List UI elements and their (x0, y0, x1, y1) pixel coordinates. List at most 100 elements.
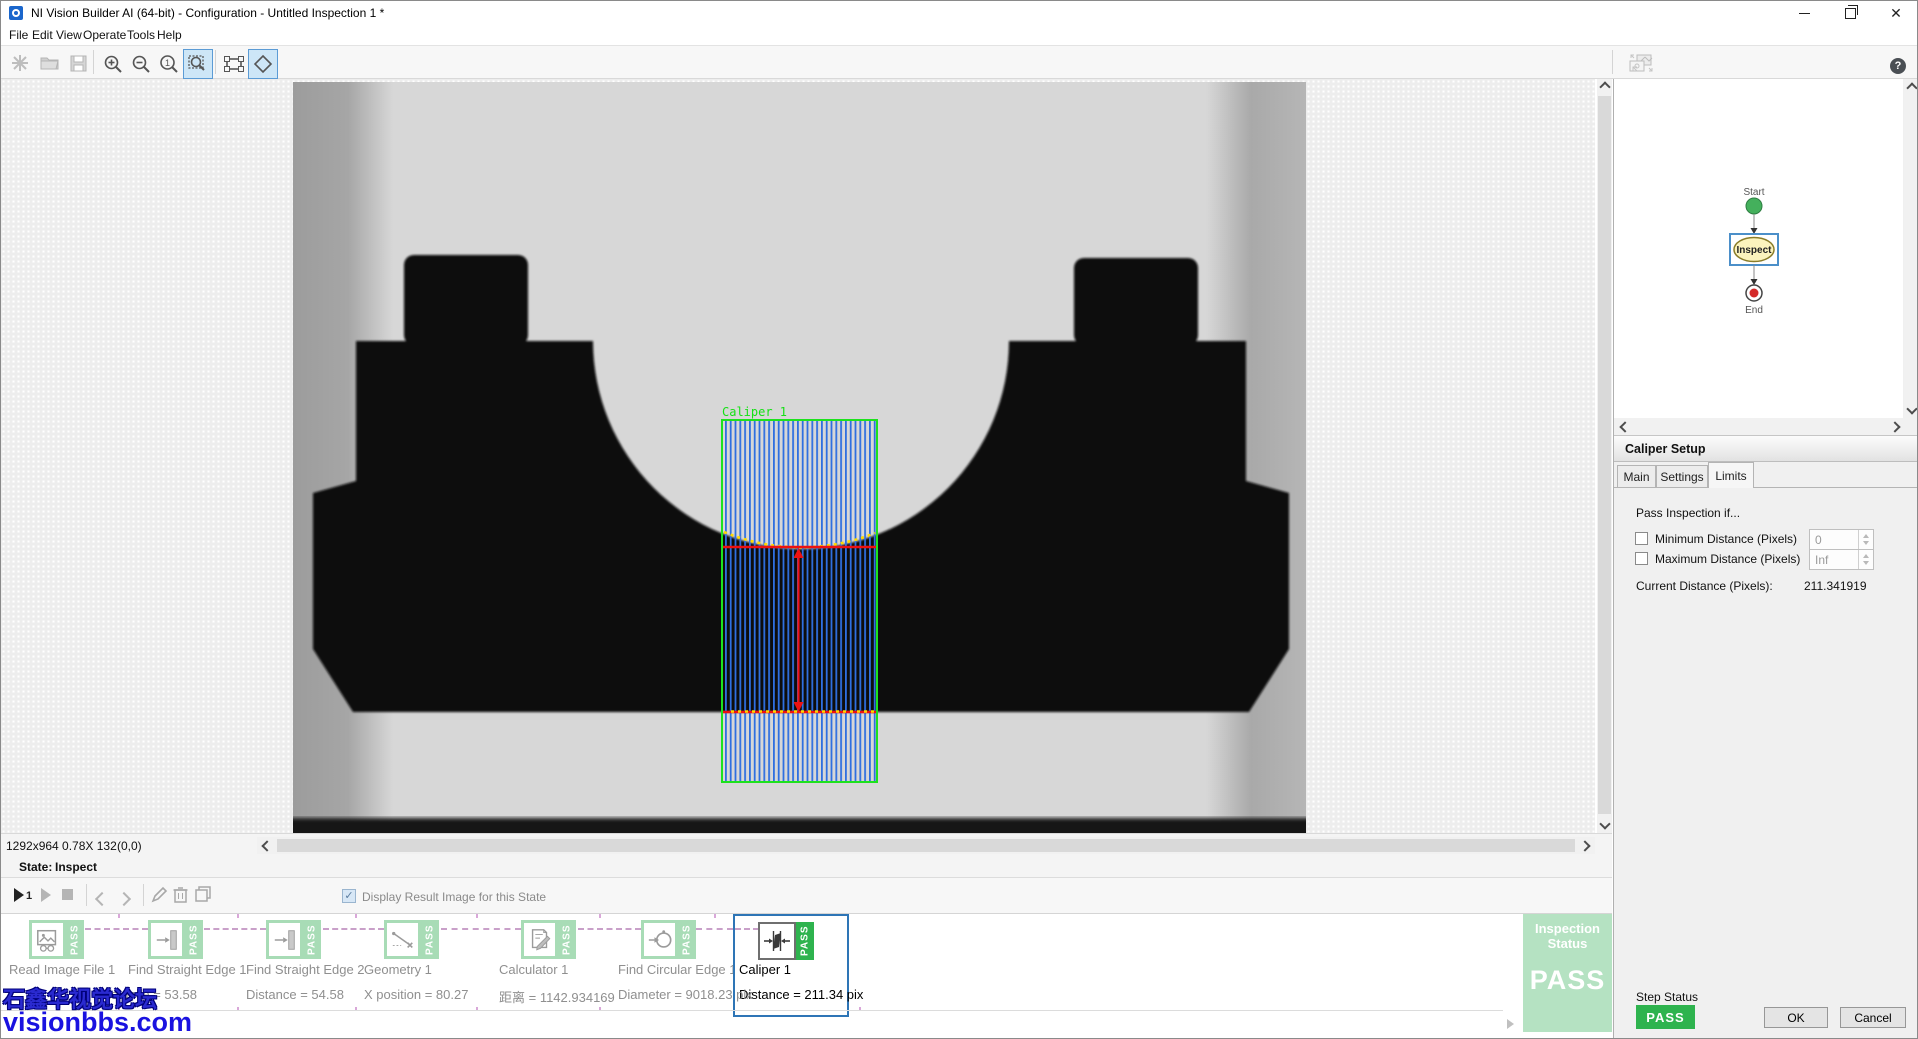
minimum-distance-field[interactable]: 0 (1809, 529, 1874, 550)
zoom-in-icon (103, 54, 123, 74)
run-continuous-button[interactable] (39, 886, 53, 909)
step-label[interactable]: Find Circular Edge 1 (618, 962, 737, 977)
title-bar: NI Vision Builder AI (64-bit) - Configur… (1, 1, 1918, 25)
roi-polygon-button[interactable] (248, 49, 278, 79)
step-label[interactable]: Find Straight Edge 1 (128, 962, 247, 977)
step-label[interactable]: Read Image File 1 (9, 962, 115, 977)
scroll-right-icon[interactable] (1577, 837, 1593, 854)
zoom-out-button[interactable] (127, 50, 155, 78)
minimum-distance-spinner[interactable] (1858, 530, 1873, 549)
step-geometry[interactable]: PASS (384, 920, 439, 959)
maximum-distance-spinner[interactable] (1858, 550, 1873, 569)
menu-operate[interactable]: Operate (83, 28, 126, 42)
zoom-to-fit-button[interactable] (183, 49, 213, 79)
step-find-circular-edge[interactable]: PASS (641, 920, 696, 959)
zoom-in-button[interactable] (99, 50, 127, 78)
app-window: NI Vision Builder AI (64-bit) - Configur… (0, 0, 1918, 1039)
step-pass-badge: PASS (678, 920, 696, 959)
scroll-left-icon[interactable] (259, 837, 275, 854)
scroll-up-icon[interactable] (1904, 81, 1918, 95)
step-label[interactable]: Find Straight Edge 2 (246, 962, 365, 977)
step-find-straight-edge-1[interactable]: PASS (148, 920, 203, 959)
menu-bar: File Edit View Operate Tools Help (1, 25, 1918, 45)
caliper-roi-label: Caliper 1 (722, 405, 787, 419)
inspection-image: Caliper 1 (293, 82, 1306, 833)
minimum-distance-value[interactable]: 0 (1810, 533, 1858, 547)
step-label[interactable]: Calculator 1 (499, 962, 568, 977)
menu-tools[interactable]: Tools (127, 28, 155, 42)
save-inspection-button[interactable] (65, 50, 91, 76)
new-inspection-button[interactable] (7, 50, 33, 76)
step-measurement: 距离 = 1142.934169 (499, 987, 615, 1006)
viewer-vscroll-thumb[interactable] (1598, 96, 1611, 814)
scroll-right-icon[interactable] (1888, 419, 1902, 434)
step-wire (696, 928, 733, 930)
ok-button[interactable]: OK (1764, 1007, 1828, 1028)
cancel-button[interactable]: Cancel (1840, 1007, 1906, 1028)
minimum-distance-checkbox[interactable] (1635, 532, 1648, 545)
zoom-1-1-button[interactable]: 1 (155, 50, 183, 78)
run-once-icon: 1 (11, 886, 33, 904)
scroll-down-icon[interactable] (1904, 402, 1918, 416)
caliper-overlay: Caliper 1 (722, 405, 877, 782)
svg-text:1: 1 (165, 58, 170, 68)
step-find-straight-edge-2[interactable]: PASS (266, 920, 321, 959)
scroll-left-icon[interactable] (1618, 419, 1632, 434)
scroll-up-icon[interactable] (1597, 79, 1612, 95)
maximum-distance-label: Maximum Distance (Pixels) (1655, 552, 1800, 566)
menu-edit[interactable]: Edit (32, 28, 53, 42)
step-wire (85, 928, 148, 930)
menu-help[interactable]: Help (157, 28, 182, 42)
maximum-distance-value[interactable]: Inf (1810, 553, 1858, 567)
step-pass-badge: PASS (558, 920, 576, 959)
step-measurement-selected: Distance = 211.34 pix (739, 987, 863, 1002)
zoom-out-icon (131, 54, 151, 74)
inspection-status-title-2: Status (1523, 936, 1612, 951)
display-result-checkbox[interactable]: ✓ (342, 889, 356, 903)
roi-rectangle-icon (224, 56, 244, 72)
minimize-button[interactable] (1781, 1, 1827, 25)
viewer-hscroll-thumb[interactable] (277, 839, 1575, 852)
open-inspection-button[interactable] (37, 50, 63, 76)
steps-scroll-right-icon[interactable] (1504, 1017, 1516, 1035)
right-panel: Start Inspect End Caliper (1613, 79, 1918, 1039)
roi-rectangle-button[interactable] (220, 50, 248, 78)
toolbar: 1 ? (1, 45, 1918, 79)
step-wire (578, 928, 641, 930)
viewer-hscrollbar[interactable] (257, 837, 1595, 854)
state-diagram-view[interactable]: Start Inspect End (1614, 79, 1903, 418)
help-icon[interactable]: ? (1890, 58, 1906, 74)
new-inspection-icon (11, 54, 29, 72)
stop-button[interactable] (62, 889, 73, 900)
edit-step-button[interactable] (151, 886, 168, 908)
restore-button[interactable] (1827, 1, 1873, 25)
previous-state-button[interactable] (97, 891, 107, 909)
maximum-distance-field[interactable]: Inf (1809, 549, 1874, 570)
zoom-1-1-icon: 1 (159, 54, 179, 74)
image-viewer[interactable]: Caliper 1 (1, 79, 1595, 833)
maximum-distance-checkbox[interactable] (1635, 552, 1648, 565)
diagram-vscrollbar[interactable] (1904, 79, 1918, 418)
step-read-image-file[interactable]: PASS (29, 920, 84, 959)
viewer-vscrollbar[interactable] (1597, 79, 1612, 833)
run-once-button[interactable]: 1 (11, 886, 33, 904)
diagram-hscrollbar[interactable] (1614, 418, 1918, 435)
find-circular-edge-icon (647, 927, 673, 953)
copy-step-button[interactable] (195, 886, 211, 907)
tab-settings[interactable]: Settings (1656, 465, 1708, 488)
pencil-icon (151, 886, 168, 903)
scroll-down-icon[interactable] (1597, 816, 1612, 832)
switch-view-button[interactable] (1621, 50, 1661, 78)
viewer-status-row: 1292x964 0.78X 132 (0,0) (1, 833, 1612, 856)
tab-limits[interactable]: Limits (1708, 462, 1754, 488)
step-calculator[interactable]: PASS (521, 920, 576, 959)
step-label[interactable]: Geometry 1 (364, 962, 432, 977)
close-button[interactable]: ✕ (1873, 1, 1918, 25)
next-state-button[interactable] (119, 891, 129, 909)
delete-step-button[interactable] (173, 886, 188, 908)
tab-main[interactable]: Main (1617, 465, 1656, 488)
read-image-file-icon (35, 927, 61, 953)
diagram-start-label: Start (1743, 187, 1764, 198)
menu-file[interactable]: File (9, 28, 28, 42)
menu-view[interactable]: View (56, 28, 82, 42)
